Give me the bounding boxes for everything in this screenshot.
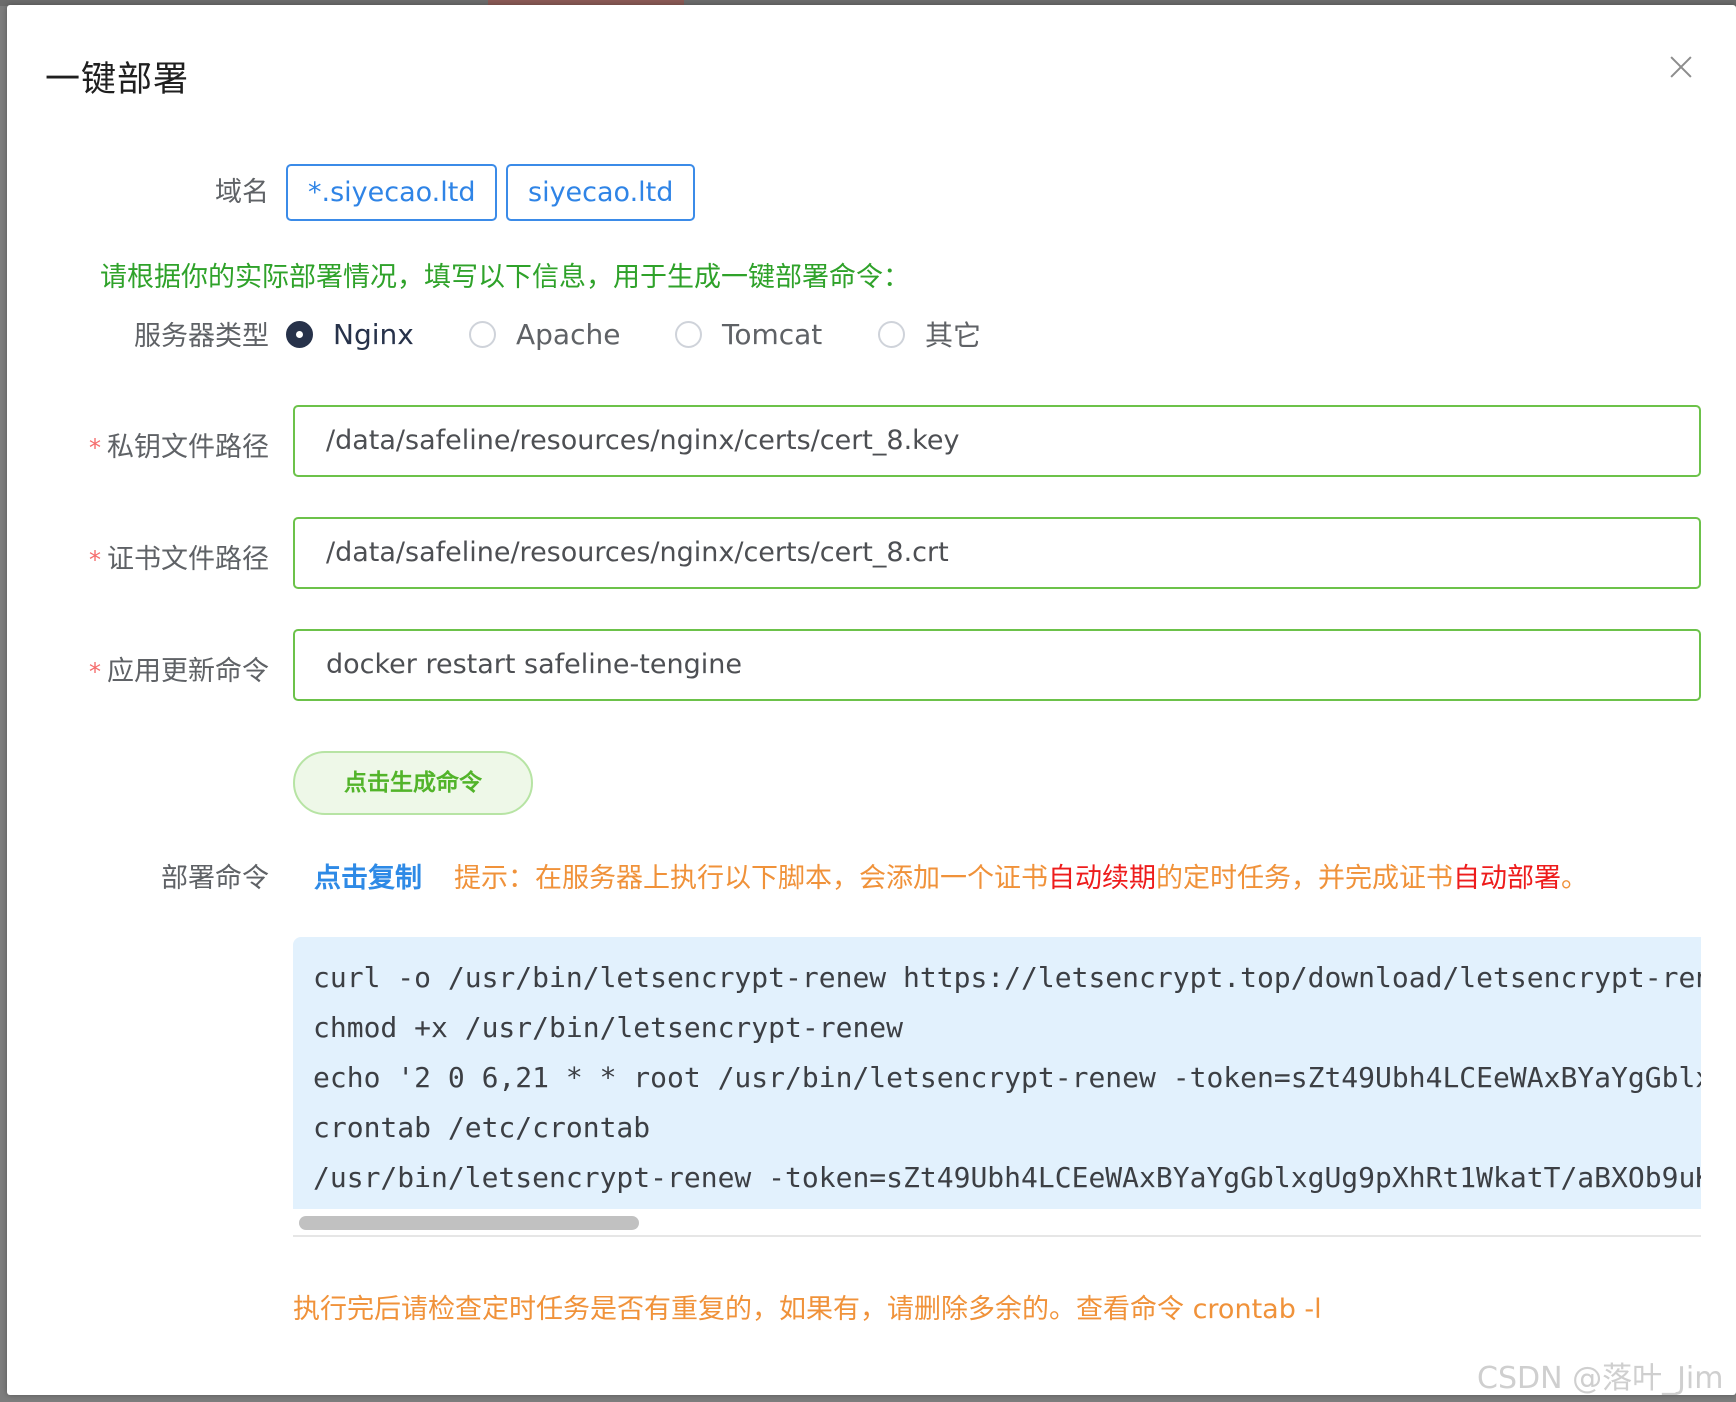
instruction-hint: 请根据你的实际部署情况，填写以下信息，用于生成一键部署命令：: [100, 262, 910, 293]
bottom-note: 执行完后请检查定时任务是否有重复的，如果有，请删除多余的。查看命令 cronta…: [293, 1294, 1322, 1325]
domain-tag-root[interactable]: siyecao.ltd: [506, 164, 696, 221]
generate-command-button[interactable]: 点击生成命令: [293, 751, 533, 815]
required-mark: *: [89, 658, 101, 686]
deploy-dialog: 一键部署 域名 *.siyecao.ltd siyecao.ltd 请根据你的实…: [7, 5, 1736, 1395]
command-line: chmod +x /usr/bin/letsencrypt-renew: [313, 1011, 904, 1044]
required-mark: *: [89, 434, 101, 462]
radio-nginx[interactable]: Nginx: [286, 317, 414, 351]
required-mark: *: [89, 546, 101, 574]
certificate-label: * 证书文件路径: [89, 544, 269, 575]
private-key-input[interactable]: /data/safeline/resources/nginx/certs/cer…: [293, 405, 1701, 477]
horizontal-scrollbar[interactable]: [293, 1209, 1701, 1237]
radio-tomcat[interactable]: Tomcat: [675, 317, 822, 351]
dialog-title: 一键部署: [45, 60, 190, 100]
reload-cmd-input[interactable]: docker restart safeline-tengine: [293, 629, 1701, 701]
deploy-tip: 提示：在服务器上执行以下脚本，会添加一个证书自动续期的定时任务，并完成证书自动部…: [454, 863, 1588, 894]
radio-label: Nginx: [333, 317, 414, 351]
private-key-label: * 私钥文件路径: [89, 432, 269, 463]
radio-label: Tomcat: [722, 317, 823, 351]
watermark: CSDN @落叶_Jim: [1477, 1361, 1724, 1396]
close-icon[interactable]: [1663, 49, 1699, 85]
radio-label: Apache: [516, 317, 621, 351]
command-code-block[interactable]: curl -o /usr/bin/letsencrypt-renew https…: [293, 937, 1701, 1237]
certificate-input[interactable]: /data/safeline/resources/nginx/certs/cer…: [293, 517, 1701, 589]
command-line: curl -o /usr/bin/letsencrypt-renew https…: [313, 961, 1701, 994]
domain-tag-wildcard[interactable]: *.siyecao.ltd: [286, 164, 498, 221]
domain-label: 域名: [215, 177, 269, 208]
radio-label: 其它: [925, 319, 982, 352]
radio-checked-icon: [286, 320, 313, 348]
radio-apache[interactable]: Apache: [469, 317, 620, 351]
radio-unchecked-icon: [675, 320, 702, 348]
command-line: /usr/bin/letsencrypt-renew -token=sZt49U…: [313, 1161, 1701, 1194]
radio-other[interactable]: 其它: [878, 317, 982, 352]
command-line: echo '2 0 6,21 * * root /usr/bin/letsenc…: [313, 1061, 1701, 1094]
radio-unchecked-icon: [878, 320, 905, 348]
copy-link[interactable]: 点击复制: [314, 856, 422, 895]
command-line: crontab /etc/crontab: [313, 1111, 651, 1144]
deploy-command-label: 部署命令: [161, 863, 269, 894]
server-type-label: 服务器类型: [134, 321, 269, 352]
radio-unchecked-icon: [469, 320, 496, 348]
reload-cmd-label: * 应用更新命令: [89, 656, 269, 687]
scrollbar-thumb[interactable]: [299, 1216, 639, 1230]
